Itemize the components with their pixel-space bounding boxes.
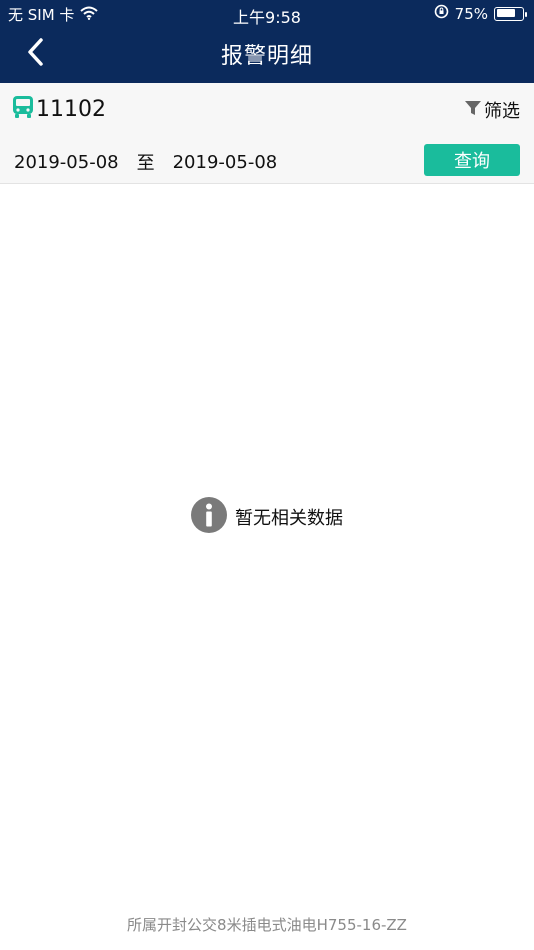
- status-right: 75%: [434, 4, 527, 23]
- vehicle-id: 11102: [36, 96, 106, 122]
- filter-label: 筛选: [484, 101, 520, 122]
- query-button[interactable]: 查询: [424, 144, 520, 176]
- start-date-field[interactable]: 2019-05-08: [14, 152, 119, 173]
- empty-message: 暂无相关数据: [235, 508, 343, 529]
- info-icon: [191, 497, 227, 537]
- battery-percentage: 75%: [454, 4, 488, 23]
- end-date-field[interactable]: 2019-05-08: [173, 152, 278, 173]
- vehicle-row: 11102: [12, 95, 106, 123]
- date-range: 2019-05-08 至 2019-05-08: [14, 149, 277, 175]
- bus-icon: [12, 95, 34, 123]
- empty-state: 暂无相关数据: [0, 497, 534, 537]
- rotation-lock-icon: [434, 4, 449, 23]
- battery-icon: [494, 6, 527, 21]
- status-bar: 无 SIM 卡 上午9:58 75%: [0, 0, 534, 28]
- battery-fill: [496, 9, 515, 17]
- filter-panel: 11102 筛选 2019-05-08 至 2019-05-08 查询: [0, 83, 534, 184]
- filter-button[interactable]: 筛选: [464, 97, 520, 123]
- page-title: 报警明细: [220, 44, 313, 69]
- funnel-icon: [464, 99, 482, 122]
- vehicle-info-footer: 所属开封公交8米插电式油电H755-16-ZZ: [127, 916, 407, 934]
- date-separator: 至: [136, 153, 155, 174]
- nav-bar: 无 SIM 卡 上午9:58 75% 报警明细: [0, 0, 534, 83]
